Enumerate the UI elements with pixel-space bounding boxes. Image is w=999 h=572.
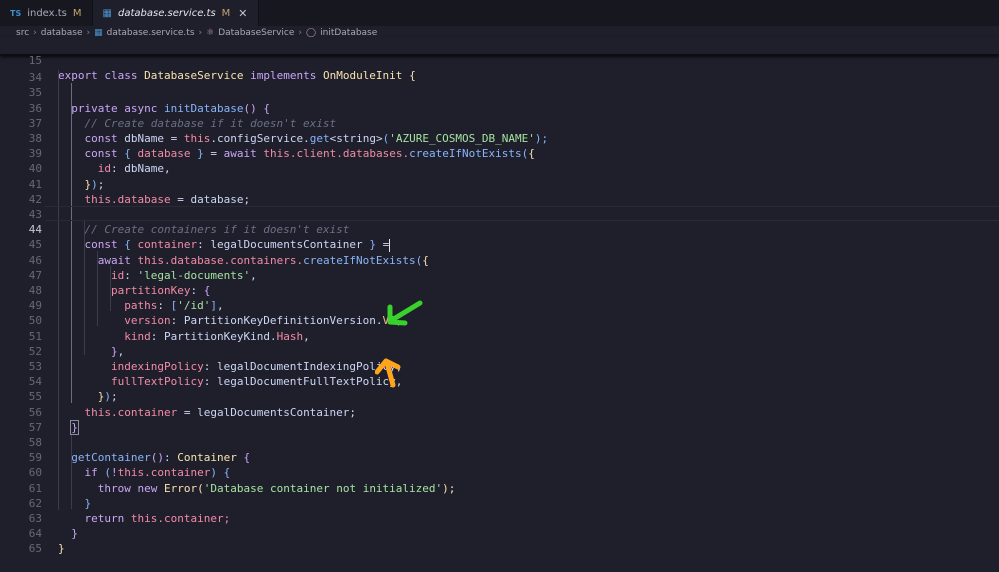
breadcrumb-item[interactable]: initDatabase [320,28,377,38]
code-line: 48 paths: ['/id'], [0,268,999,312]
code-line: 42 [0,177,999,206]
code-line: 58 getContainer(): Container { [0,420,999,464]
method-icon: ◯ [306,28,317,38]
database-file-icon: ▦ [102,7,112,19]
code-line: 53 fullTextPolicy: legalDocumentFullText… [0,344,999,388]
breadcrumb-item[interactable]: DatabaseService [218,28,294,38]
modified-badge: M [72,7,82,19]
code-line: 55 this.container = legalDocumentsContai… [0,374,999,418]
code-line: 34 [0,55,999,84]
code-line: 62 return this.container; [0,481,999,525]
line-number: 65 [28,542,42,556]
code-line: 59 if (!this.container) { [0,435,999,479]
code-line: 40 }); [0,146,999,190]
code-line: 44 const { container: legalDocumentsCont… [0,207,999,252]
code-line: 63 } [0,496,999,540]
breadcrumb-item[interactable]: src [16,28,29,38]
annotation-arrows [375,300,423,388]
code-line: 37 const dbName = this.configService.get… [0,101,999,145]
code-line: 47 partitionKey: { [0,253,999,297]
code-line: 61 } [0,465,999,510]
modified-badge: M [221,7,231,19]
tab-bar: TS index.ts M ▦ database.service.ts M ✕ [0,0,999,26]
code-line: 49 version: PartitionKeyDefinitionVersio… [0,283,999,327]
code-line: 38 const { database } = await this.clien… [0,116,999,160]
code-line: 36 // Create database if it doesn't exis… [0,85,999,130]
code-line: 56 } [0,389,999,435]
code-line: 54 }); [0,359,999,403]
orange-arrow [375,358,401,388]
tab-label: index.ts [27,7,67,19]
typescript-icon: TS [10,8,22,18]
code-line: 60 throw new Error('Database container n… [0,450,999,494]
code-text: } [58,542,65,556]
breadcrumb-item[interactable]: database [41,28,83,38]
close-icon[interactable]: ✕ [238,7,247,20]
code-line: 35 private async initDatabase() { [0,70,999,114]
code-line: 46 id: 'legal-documents', [0,237,999,282]
chevron-right-icon: › [33,28,37,38]
database-file-icon: ▦ [94,28,103,38]
tab-database-service[interactable]: ▦ database.service.ts M ✕ [92,0,259,26]
chevron-right-icon: › [298,28,303,38]
code-line: 52 indexingPolicy: legalDocumentIndexing… [0,329,999,373]
chevron-right-icon: › [86,28,91,38]
green-arrow [387,300,423,326]
code-line: 51 }, [0,313,999,358]
class-icon: ⚛ [206,28,215,38]
code-line: 50 kind: PartitionKeyKind.Hash, [0,298,999,342]
code-line: 39 id: dbName, [0,131,999,175]
code-line: 64 } [0,511,999,555]
code-line: 57 [0,405,999,434]
code-line: 65 [0,526,999,555]
tab-label: database.service.ts [117,7,216,19]
code-line: 43 // Create containers if it doesn't ex… [0,192,999,236]
tab-index-ts[interactable]: TS index.ts M [0,0,93,26]
chevron-right-icon: › [198,28,203,38]
code-line: 45 await this.database.containers.create… [0,222,999,266]
code-line: 41 this.database = database; [0,161,999,206]
code-line: 15 export class DatabaseService implemen… [0,38,999,82]
sticky-scroll[interactable]: 15 export class DatabaseService implemen… [0,38,999,82]
breadcrumb-item[interactable]: database.service.ts [107,28,195,38]
